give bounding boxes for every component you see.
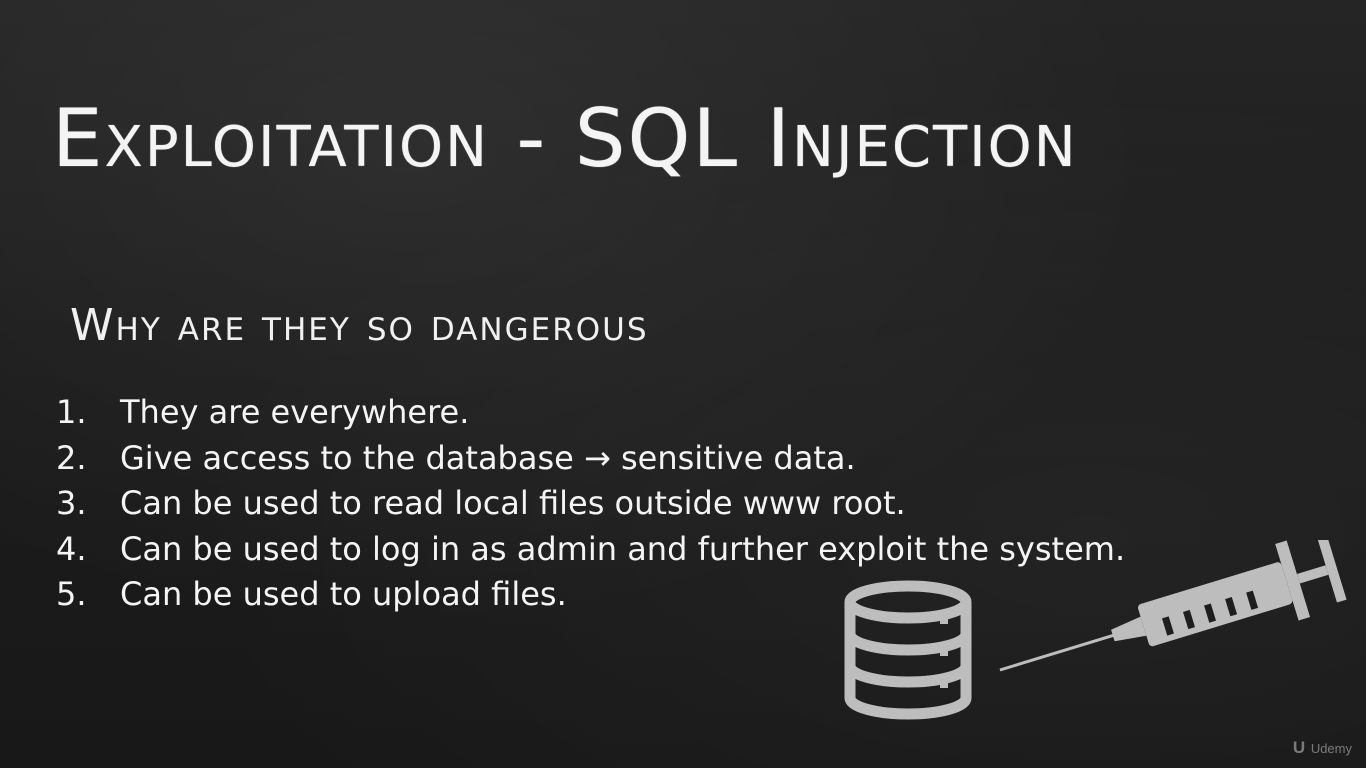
list-item-number: 3. [56,484,87,522]
list-item: 3. Can be used to read local files outsi… [56,481,1125,527]
udemy-logo-icon: U [1292,738,1306,757]
list-item: 2. Give access to the database → sensiti… [56,436,1125,482]
watermark-text: Udemy [1310,741,1352,756]
database-icon [844,580,972,720]
list-item-number: 1. [56,393,87,431]
list-item-text: Can be used to upload files. [120,575,567,613]
slide: Exploitation - SQL Injection Why are the… [0,0,1366,768]
syringe-icon [999,540,1347,672]
slide-title: Exploitation - SQL Injection [52,92,1078,185]
list-item-number: 4. [56,529,87,568]
slide-subtitle: Why are they so dangerous [70,300,649,351]
illustration [844,540,1347,720]
list-item-number: 5. [56,575,87,613]
list-item: 1. They are everywhere. [56,390,1125,436]
list-item-number: 2. [56,438,87,477]
list-item-text: Give access to the database → sensitive … [120,438,856,477]
list-item-text: Can be used to read local files outside … [120,484,906,522]
list-item-text: They are everywhere. [120,393,470,431]
udemy-watermark: U Udemy [1293,738,1352,758]
